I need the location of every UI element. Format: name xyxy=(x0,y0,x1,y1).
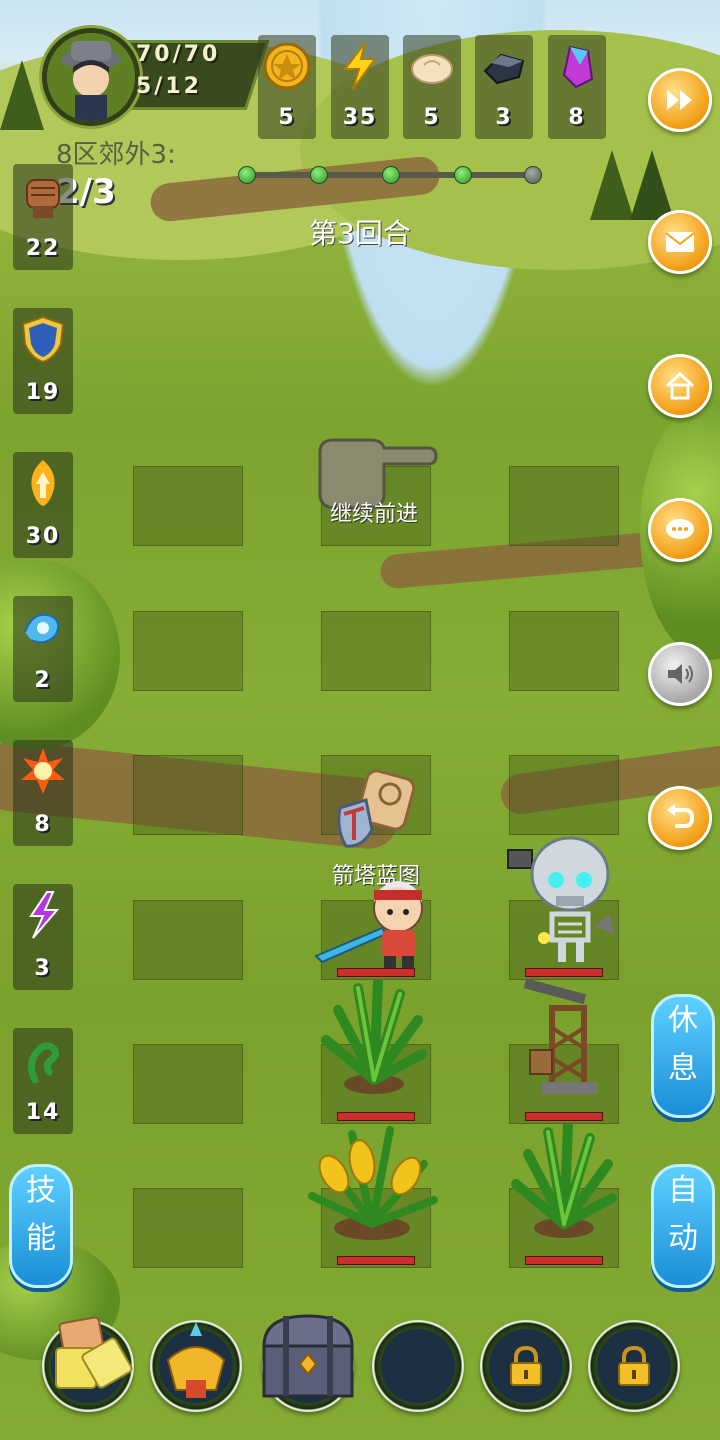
item-slot[interactable] xyxy=(42,1316,134,1412)
resource-food[interactable]: 5 xyxy=(403,35,461,139)
skill-water[interactable]: 2 xyxy=(13,596,73,702)
item-slot[interactable] xyxy=(150,1320,242,1412)
gold-coin-icon xyxy=(263,42,311,90)
auto-button[interactable]: 自动 xyxy=(651,1164,715,1288)
progress-node xyxy=(238,166,256,184)
resource-energy[interactable]: 35 xyxy=(331,35,389,139)
home-button[interactable] xyxy=(648,354,712,418)
hero-hp-bar xyxy=(337,968,415,977)
skill-flame-arrow[interactable]: 30 xyxy=(13,452,73,558)
continue-label[interactable]: 继续前进 xyxy=(314,496,434,528)
skill-value: 2 xyxy=(34,668,52,693)
skill-value: 22 xyxy=(25,236,61,261)
sound-button[interactable] xyxy=(648,642,712,706)
fast-forward-icon xyxy=(667,90,692,110)
golden-helmet-icon xyxy=(166,1322,226,1398)
crystal-value: 8 xyxy=(568,105,586,130)
shield-icon xyxy=(21,315,65,364)
mail-button[interactable] xyxy=(648,210,712,274)
oil-derrick[interactable] xyxy=(516,978,612,1100)
locked-slot[interactable] xyxy=(588,1320,680,1412)
progress-node xyxy=(310,166,328,184)
skill-value: 14 xyxy=(25,1100,61,1125)
food-value: 5 xyxy=(423,105,441,130)
derrick-hp-bar xyxy=(525,1112,603,1121)
iron-ore-icon xyxy=(483,53,525,85)
fist-icon xyxy=(26,179,60,218)
bun-icon xyxy=(411,54,453,84)
fire-burst-icon xyxy=(21,748,65,794)
progress-node xyxy=(454,166,472,184)
skill-fire[interactable]: 8 xyxy=(13,740,73,846)
grid-cell[interactable] xyxy=(509,755,619,835)
return-button[interactable] xyxy=(648,786,712,850)
grass-plant[interactable] xyxy=(318,980,430,1096)
grid-cell[interactable] xyxy=(133,1044,243,1124)
gold-value: 5 xyxy=(278,105,296,130)
skill-tentacle[interactable]: 14 xyxy=(13,1028,73,1134)
player-avatar[interactable] xyxy=(42,28,140,126)
flame-arrow-icon xyxy=(31,460,55,506)
ore-value: 3 xyxy=(495,105,513,130)
resource-ore[interactable]: 3 xyxy=(475,35,533,139)
round-label: 第3回合 xyxy=(309,217,411,250)
skill-value: 3 xyxy=(34,956,52,981)
skill-value: 19 xyxy=(25,380,61,405)
lightning-icon xyxy=(342,42,377,90)
item-slot[interactable] xyxy=(262,1314,354,1412)
corn-plant[interactable] xyxy=(306,1120,440,1242)
crystal-icon xyxy=(562,45,594,89)
chat-button[interactable] xyxy=(648,498,712,562)
energy-resource-value: 35 xyxy=(342,105,378,130)
rest-button[interactable]: 休息 xyxy=(651,994,715,1118)
skill-button[interactable]: 技能 xyxy=(9,1164,73,1288)
crackers-icon xyxy=(55,1316,133,1389)
skill-fist[interactable]: 22 xyxy=(13,164,73,270)
grid-cell[interactable] xyxy=(133,466,243,546)
skill-value: 30 xyxy=(25,524,61,549)
grid-cell[interactable] xyxy=(321,611,431,691)
skeleton-enemy[interactable] xyxy=(506,830,622,966)
home-icon xyxy=(665,372,695,400)
grid-cell[interactable] xyxy=(509,611,619,691)
return-icon xyxy=(667,804,695,828)
energy-value: 5/12 xyxy=(136,74,202,99)
corn-hp-bar xyxy=(337,1256,415,1265)
grid-cell[interactable] xyxy=(509,466,619,546)
plant-hp-bar xyxy=(525,1256,603,1265)
pine-tree xyxy=(0,60,44,130)
grid-cell[interactable] xyxy=(133,900,243,980)
blueprint-scroll-icon[interactable] xyxy=(332,768,418,860)
treasure-chest-icon xyxy=(262,1314,354,1398)
progress-node xyxy=(382,166,400,184)
fast-forward-button[interactable] xyxy=(648,68,712,132)
mail-icon xyxy=(665,232,695,252)
grid-cell[interactable] xyxy=(133,755,243,835)
empty-slot[interactable] xyxy=(372,1320,464,1412)
hero-character[interactable] xyxy=(312,866,434,970)
skill-shield[interactable]: 19 xyxy=(13,308,73,414)
grass-plant[interactable] xyxy=(508,1124,620,1240)
stage-progress-bar xyxy=(238,166,542,184)
pine-tree xyxy=(630,150,674,220)
sound-icon xyxy=(668,664,693,684)
stage-name: 8区郊外3: xyxy=(56,140,176,170)
resource-gold[interactable]: 5 xyxy=(258,35,316,139)
lock-icon xyxy=(510,1346,542,1386)
skill-purple-lightning[interactable]: 3 xyxy=(13,884,73,990)
locked-slot[interactable] xyxy=(480,1320,572,1412)
water-wave-icon xyxy=(24,613,60,644)
chat-icon xyxy=(666,519,694,539)
grid-cell[interactable] xyxy=(133,1188,243,1268)
resource-crystal[interactable]: 8 xyxy=(548,35,606,139)
hp-value: 70/70 xyxy=(136,42,221,67)
purple-lightning-icon xyxy=(29,891,60,939)
pine-tree xyxy=(590,150,634,220)
green-tentacle-icon xyxy=(28,1042,60,1084)
grid-cell[interactable] xyxy=(133,611,243,691)
progress-node xyxy=(524,166,542,184)
enemy-hp-bar xyxy=(525,968,603,977)
lock-icon xyxy=(618,1346,650,1386)
skill-value: 8 xyxy=(34,812,52,837)
